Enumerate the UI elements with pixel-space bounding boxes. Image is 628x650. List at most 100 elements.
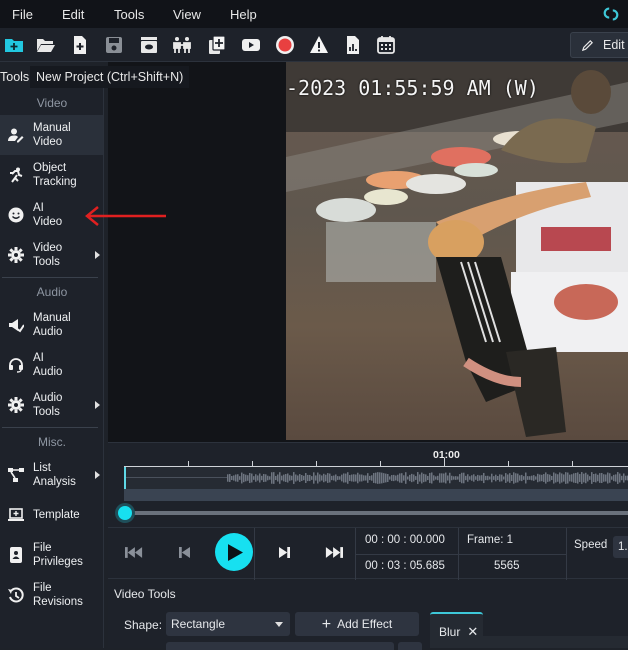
video-tools-panel: Video Tools Shape: Rectangle + Add Effect… (108, 580, 628, 650)
sidebar-item-manual-video[interactable]: Manual Video (0, 115, 103, 155)
close-icon[interactable]: ✕ (467, 624, 478, 639)
waveform-bar (379, 472, 381, 484)
next-frame-button[interactable] (277, 544, 291, 560)
tools-panel-title: Tools (0, 70, 30, 84)
waveform-bar (609, 473, 611, 483)
report-icon[interactable] (342, 34, 364, 56)
waveform-bar (363, 475, 365, 481)
waveform-bar (309, 474, 311, 482)
waveform-bar (255, 474, 257, 482)
waveform-bar (297, 475, 299, 481)
menu-edit[interactable]: Edit (62, 7, 84, 22)
archive-icon[interactable] (138, 34, 160, 56)
current-time: 00 : 00 : 00.000 (365, 534, 445, 546)
sidebar-item-object-tracking[interactable]: Object Tracking (0, 155, 103, 195)
waveform-bar (579, 474, 581, 482)
people-icon[interactable] (171, 34, 193, 56)
sidebar-item-audio-tools[interactable]: Audio Tools (0, 385, 103, 425)
sidebar-item-label: Audio Tools (33, 392, 63, 418)
video-frame[interactable]: -2023 01:55:59 AM (W) (286, 62, 628, 440)
ruler-tick-major (444, 458, 445, 466)
waveform-bar (447, 475, 449, 481)
waveform-bar (337, 476, 339, 480)
sidebar-item-video-tools[interactable]: Video Tools (0, 235, 103, 275)
waveform-bar (417, 472, 419, 484)
waveform-bar (481, 475, 483, 481)
waveform-bar (581, 472, 583, 484)
menu-view[interactable]: View (173, 7, 201, 22)
waveform-bar (315, 475, 317, 481)
sidebar-item-file-privileges[interactable]: File Privileges (0, 535, 103, 575)
waveform-bar (397, 474, 399, 482)
waveform-bar (601, 472, 603, 484)
waveform-bar (511, 474, 513, 482)
record-icon[interactable] (274, 34, 296, 56)
shape-dropdown[interactable]: Rectangle (166, 612, 290, 636)
new-file-icon[interactable] (69, 34, 91, 56)
waveform-bar (615, 474, 617, 482)
skip-to-start-button[interactable] (124, 544, 144, 560)
skip-to-end-button[interactable] (324, 544, 344, 560)
sidebar-item-file-revisions[interactable]: File Revisions (0, 575, 103, 615)
audio-waveform[interactable] (124, 467, 628, 489)
tab-blur[interactable]: Blur ✕ (430, 612, 483, 648)
menu-tools[interactable]: Tools (114, 7, 144, 22)
smiley-icon (8, 207, 24, 223)
waveform-bar (619, 473, 621, 483)
waveform-bar (625, 475, 627, 481)
skip-end-icon (325, 546, 343, 558)
waveform-bar (475, 476, 477, 480)
sidebar-item-template[interactable]: Template (0, 495, 103, 535)
waveform-bar (449, 472, 451, 484)
timeline-scroll-handle[interactable] (118, 506, 132, 520)
playhead[interactable] (124, 467, 126, 489)
open-folder-icon[interactable] (35, 34, 57, 56)
speed-input[interactable]: 1.0 (613, 536, 628, 558)
waveform-bar (339, 476, 341, 480)
save-icon[interactable] (103, 34, 125, 56)
play-button[interactable] (215, 533, 253, 571)
sidebar-item-ai-audio[interactable]: AI Audio (0, 345, 103, 385)
skip-start-icon (125, 546, 143, 558)
add-effect-button[interactable]: + Add Effect (295, 612, 419, 636)
waveform-bar (451, 475, 453, 481)
waveform-bar (371, 475, 373, 481)
menu-file[interactable]: File (12, 7, 33, 22)
waveform-graphic (124, 472, 628, 484)
waveform-bar (501, 474, 503, 482)
waveform-bar (245, 474, 247, 482)
waveform-bar (571, 474, 573, 482)
waveform-bar (419, 474, 421, 482)
youtube-icon[interactable] (240, 34, 262, 56)
waveform-bar (431, 472, 433, 484)
duplicate-icon[interactable] (206, 34, 228, 56)
edit-mode-button[interactable]: Edit M (570, 32, 628, 58)
waveform-bar (237, 474, 239, 482)
new-project-icon[interactable] (3, 34, 25, 56)
annotation-arrow-icon (85, 206, 166, 226)
waveform-bar (269, 476, 271, 480)
waveform-bar (357, 472, 359, 484)
waveform-bar (513, 472, 515, 484)
timeline-scrollbar[interactable] (124, 511, 628, 515)
sidebar-item-manual-audio[interactable]: Manual Audio (0, 305, 103, 345)
effect-field-button[interactable] (398, 642, 422, 650)
previous-frame-button[interactable] (177, 544, 191, 560)
waveform-bar (425, 474, 427, 482)
sidebar-item-list-analysis[interactable]: List Analysis (0, 455, 103, 495)
waveform-bar (541, 474, 543, 482)
video-track[interactable] (124, 489, 628, 501)
waveform-bar (521, 474, 523, 482)
warning-icon[interactable] (308, 34, 330, 56)
effect-field[interactable] (166, 642, 394, 650)
waveform-bar (457, 476, 459, 480)
sidebar-item-label: File Revisions (33, 582, 83, 608)
waveform-bar (453, 476, 455, 480)
menu-help[interactable]: Help (230, 7, 257, 22)
section-video-label: Video (36, 96, 68, 110)
waveform-bar (507, 474, 509, 482)
sidebar-item-label: List Analysis (33, 462, 76, 488)
waveform-bar (433, 475, 435, 481)
calendar-icon[interactable] (375, 34, 397, 56)
waveform-bar (487, 475, 489, 481)
